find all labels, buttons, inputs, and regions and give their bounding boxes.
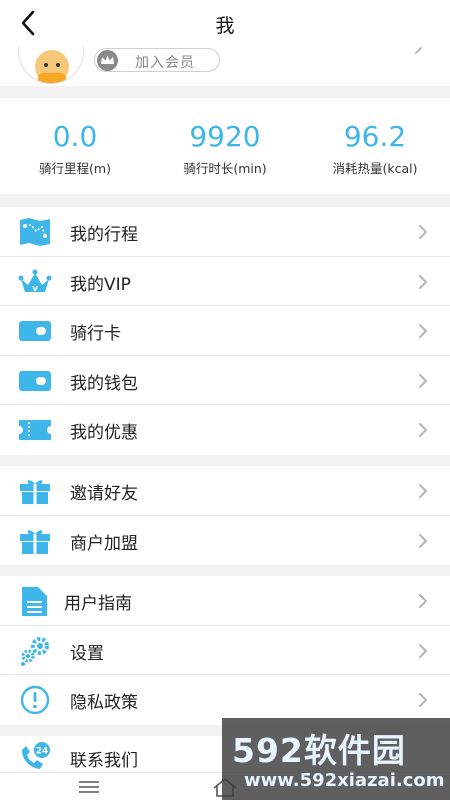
profile-screen: 我 加入会员 0.0 骑行里程(m) 9920 骑行时长(min) 96.2 消… [0, 0, 450, 800]
chevron-right-icon [419, 373, 427, 388]
chevron-right-icon [419, 423, 427, 437]
menu-item-ride-card[interactable]: 骑行卡 [0, 306, 450, 356]
stat-calories: 96.2 消耗热量(kcal) [300, 122, 450, 177]
avatar[interactable] [18, 46, 84, 84]
svg-text:v: v [32, 284, 38, 294]
join-vip-label: 加入会员 [135, 55, 195, 71]
menu-item-my-wallet[interactable]: 我的钱包 [0, 356, 450, 405]
crown-icon: v [18, 269, 52, 294]
phone-24-icon: 24 [22, 742, 50, 769]
card-icon [19, 321, 51, 341]
chevron-right-icon [419, 533, 427, 548]
ride-stats-panel: 0.0 骑行里程(m) 9920 骑行时长(min) 96.2 消耗热量(kca… [0, 98, 450, 194]
gear-icon [21, 636, 49, 666]
chevron-right-icon [419, 484, 427, 498]
watermark-url: www.592xiazai.com [244, 770, 445, 791]
map-route-icon [20, 218, 50, 246]
stat-value: 0.0 [52, 120, 98, 153]
chevron-right-icon [419, 643, 427, 658]
menu-item-label: 我的优惠 [70, 423, 138, 443]
menu-item-my-coupons[interactable]: 我的优惠 [0, 405, 450, 455]
menu-item-user-guide[interactable]: 用户指南 [0, 576, 450, 626]
profile-card[interactable]: 加入会员 [0, 46, 450, 86]
chevron-right-icon [415, 47, 422, 54]
menu-item-label: 隐私政策 [70, 693, 138, 713]
menu-item-label: 我的钱包 [70, 373, 138, 394]
document-icon [22, 587, 47, 616]
join-vip-button[interactable]: 加入会员 [94, 48, 220, 72]
chevron-right-icon [419, 274, 427, 289]
stat-duration: 9920 骑行时长(min) [150, 122, 300, 177]
watermark-brand: 592软件园 [232, 731, 406, 770]
menu-item-label: 骑行卡 [70, 324, 121, 344]
chevron-right-icon [419, 693, 427, 707]
menu-group-social: 邀请好友 商户加盟 [0, 466, 450, 565]
gift-icon [20, 480, 50, 504]
stat-label: 骑行里程(m) [39, 161, 111, 176]
stat-distance: 0.0 骑行里程(m) [0, 122, 150, 177]
stat-label: 消耗热量(kcal) [332, 161, 418, 176]
menu-item-settings[interactable]: 设置 [0, 626, 450, 675]
crown-icon [97, 50, 118, 71]
header-bar: 我 [0, 0, 450, 46]
chevron-right-icon [419, 324, 427, 338]
stat-label: 骑行时长(min) [183, 161, 267, 176]
menu-icon[interactable] [78, 779, 100, 795]
menu-group-account: 我的行程 v 我的VIP 骑行卡 我的钱包 我的优惠 [0, 207, 450, 455]
page-title: 我 [215, 15, 235, 37]
menu-group-help: 用户指南 设置 隐私政策 [0, 576, 450, 725]
chevron-right-icon [419, 225, 427, 239]
avatar-cartoon-icon [35, 50, 69, 83]
stat-value: 9920 [189, 120, 261, 153]
menu-item-label: 用户指南 [64, 594, 132, 614]
badge-24: 24 [36, 747, 49, 757]
menu-item-label: 设置 [70, 643, 104, 664]
wallet-icon [19, 370, 51, 391]
menu-item-merchant-join[interactable]: 商户加盟 [0, 516, 450, 566]
menu-item-label: 我的VIP [70, 274, 131, 295]
menu-item-my-vip[interactable]: v 我的VIP [0, 257, 450, 306]
menu-item-label: 商户加盟 [70, 533, 138, 554]
stat-value: 96.2 [343, 120, 407, 153]
menu-item-my-trips[interactable]: 我的行程 [0, 207, 450, 257]
menu-item-label: 联系我们 [70, 751, 138, 771]
gift-icon [20, 529, 50, 554]
menu-item-label: 邀请好友 [70, 484, 138, 504]
info-icon [20, 685, 50, 715]
chevron-right-icon [419, 594, 427, 608]
watermark-logo: 592软件园 www.592xiazai.com [222, 718, 450, 800]
menu-item-invite-friends[interactable]: 邀请好友 [0, 466, 450, 516]
coupon-icon [19, 420, 51, 440]
menu-item-label: 我的行程 [70, 225, 138, 245]
